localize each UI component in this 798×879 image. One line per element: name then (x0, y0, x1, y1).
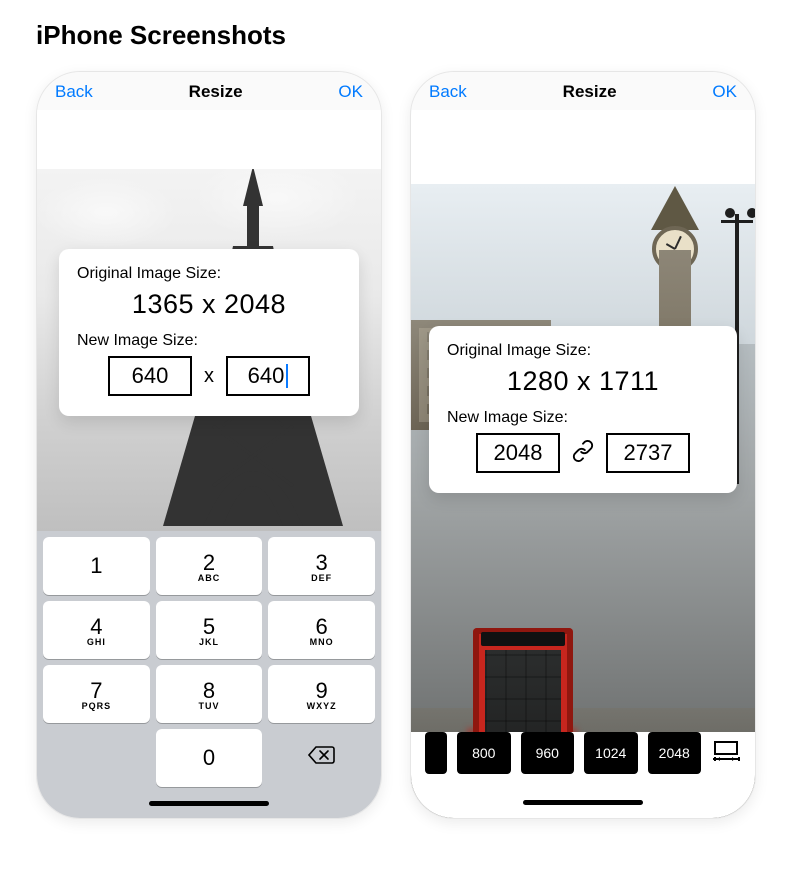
numeric-keypad: 1 2ABC 3DEF 4GHI 5JKL 6MNO 7PQRS 8TUV 9W… (37, 531, 381, 818)
preset-1024[interactable]: 1024 (584, 732, 638, 774)
navbar: Back Resize OK (411, 72, 755, 110)
key-0[interactable]: 0 (156, 729, 263, 787)
phone-frame-1: Back Resize OK (36, 71, 382, 819)
original-size-label: Original Image Size: (77, 265, 341, 283)
key-9[interactable]: 9WXYZ (268, 665, 375, 723)
backspace-icon (308, 745, 336, 771)
bottom-bar (411, 774, 755, 818)
original-size-value: 1365 x 2048 (77, 289, 341, 320)
width-input[interactable]: 2048 (476, 433, 560, 473)
custom-width-icon[interactable] (711, 740, 741, 767)
image-preview-london: Original Image Size: 1280 x 1711 New Ima… (411, 110, 755, 818)
key-5[interactable]: 5JKL (156, 601, 263, 659)
original-size-label: Original Image Size: (447, 342, 719, 360)
dimension-separator: x (204, 365, 214, 388)
preset-960[interactable]: 960 (521, 732, 575, 774)
ok-button[interactable]: OK (712, 82, 737, 102)
height-input[interactable]: 2737 (606, 433, 690, 473)
width-input[interactable]: 640 (108, 356, 192, 396)
screen-2: Original Image Size: 1280 x 1711 New Ima… (411, 110, 755, 818)
backspace-key[interactable] (268, 729, 375, 787)
page-title: iPhone Screenshots (36, 20, 762, 51)
key-8[interactable]: 8TUV (156, 665, 263, 723)
image-preview-eiffel: Original Image Size: 1365 x 2048 New Ima… (37, 169, 381, 531)
home-indicator[interactable] (149, 801, 269, 806)
height-input[interactable]: 640 (226, 356, 310, 396)
key-4[interactable]: 4GHI (43, 601, 150, 659)
resize-card: Original Image Size: 1280 x 1711 New Ima… (429, 326, 737, 493)
phone-frame-2: Back Resize OK Original Image Size: 1 (410, 71, 756, 819)
original-size-value: 1280 x 1711 (447, 366, 719, 397)
size-presets-bar: 800 960 1024 2048 (411, 732, 755, 774)
key-2[interactable]: 2ABC (156, 537, 263, 595)
nav-title: Resize (189, 82, 243, 102)
key-7[interactable]: 7PQRS (43, 665, 150, 723)
nav-title: Resize (563, 82, 617, 102)
new-size-label: New Image Size: (447, 409, 719, 427)
preset-800[interactable]: 800 (457, 732, 511, 774)
key-3[interactable]: 3DEF (268, 537, 375, 595)
back-button[interactable]: Back (429, 82, 467, 102)
home-indicator[interactable] (523, 800, 643, 805)
key-blank (43, 729, 150, 787)
back-button[interactable]: Back (55, 82, 93, 102)
key-6[interactable]: 6MNO (268, 601, 375, 659)
resize-card: Original Image Size: 1365 x 2048 New Ima… (59, 249, 359, 416)
preset-2048[interactable]: 2048 (648, 732, 702, 774)
ok-button[interactable]: OK (338, 82, 363, 102)
key-1[interactable]: 1 (43, 537, 150, 595)
navbar: Back Resize OK (37, 72, 381, 110)
aspect-lock-icon[interactable] (572, 440, 594, 467)
screenshots-row: Back Resize OK (36, 71, 762, 819)
screen-1: Original Image Size: 1365 x 2048 New Ima… (37, 110, 381, 818)
new-size-label: New Image Size: (77, 332, 341, 350)
